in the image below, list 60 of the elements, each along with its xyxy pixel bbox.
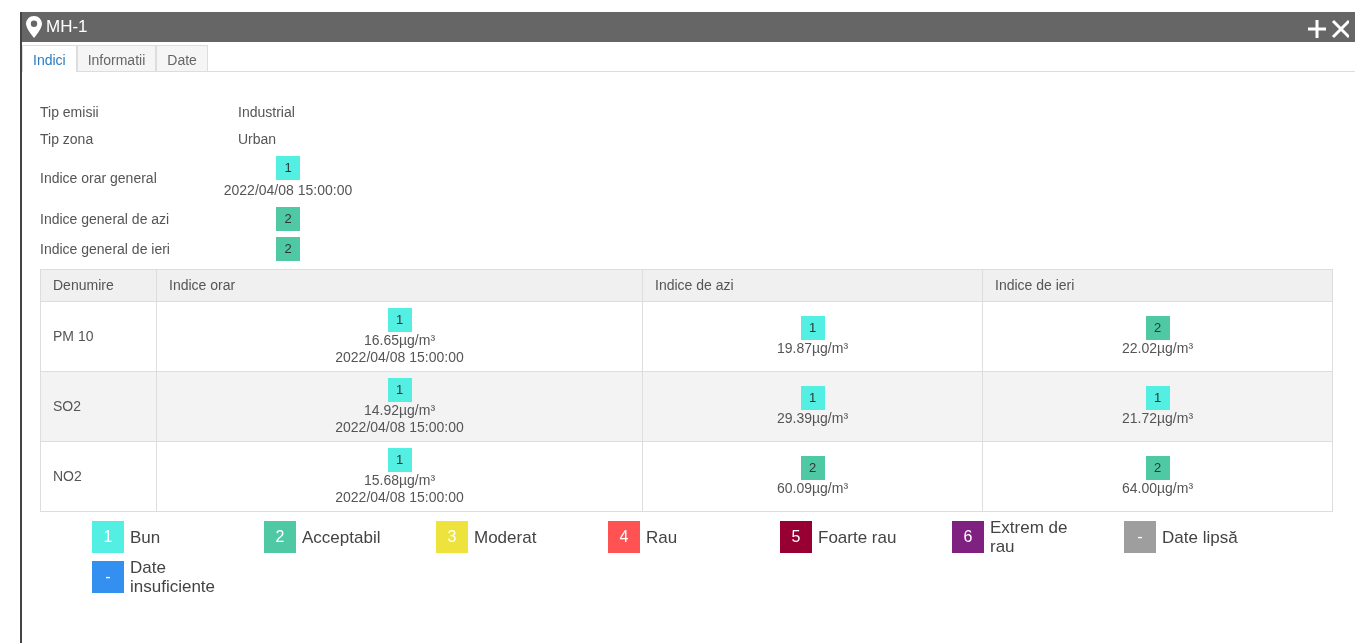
tab[interactable]: Indici xyxy=(22,45,77,72)
index-badge: 1 xyxy=(387,307,412,332)
index-badge: 1 xyxy=(276,156,300,180)
table-cell: NO2 xyxy=(40,441,157,512)
column-header: Indice orar xyxy=(156,269,643,302)
timestamp: 2022/04/08 15:00:00 xyxy=(334,488,465,506)
index-badge: 1 xyxy=(1145,386,1170,410)
field-label: Indice orar general xyxy=(40,169,158,188)
column-header: Denumire xyxy=(40,269,157,302)
column-header: Indice de ieri xyxy=(982,269,1333,302)
tab[interactable]: Informatii xyxy=(76,45,157,71)
concentration-value: 64.00µg/m³ xyxy=(1120,480,1195,497)
column-header: Indice de azi xyxy=(642,269,983,302)
legend-label: Moderat xyxy=(474,527,537,547)
concentration-value: 22.02µg/m³ xyxy=(1120,340,1195,357)
timestamp: 2022/04/08 15:00:00 xyxy=(334,348,465,366)
concentration-value: 16.65µg/m³ xyxy=(362,331,437,349)
concentration-value: 14.92µg/m³ xyxy=(362,401,437,419)
field-label: Indice general de ieri xyxy=(40,239,171,259)
table-cell: PM 10 xyxy=(40,301,157,372)
legend-label: Date insuficiente xyxy=(130,558,217,596)
index-badge: 1 xyxy=(800,316,825,340)
timestamp: 2022/04/08 15:00:00 xyxy=(334,418,465,436)
legend-swatch: 6 xyxy=(952,521,984,553)
tab[interactable]: Date xyxy=(156,45,208,71)
field-label: Tip zona xyxy=(40,130,95,149)
concentration-value: 19.87µg/m³ xyxy=(775,340,850,357)
index-badge: 2 xyxy=(1145,456,1170,480)
legend-label: Rau xyxy=(646,527,678,547)
index-badge: 1 xyxy=(387,447,412,472)
index-badge: 2 xyxy=(800,456,825,480)
window-title: MH-1 xyxy=(46,16,88,38)
concentration-value: 29.39µg/m³ xyxy=(775,410,850,427)
legend-swatch: 5 xyxy=(780,521,812,553)
index-badge: 1 xyxy=(387,377,412,402)
legend-swatch: 1 xyxy=(92,521,124,553)
index-badge: 2 xyxy=(276,207,300,231)
concentration-value: 60.09µg/m³ xyxy=(775,480,850,497)
legend-swatch: - xyxy=(1124,521,1156,553)
legend-label: Extrem de rau xyxy=(990,518,1069,556)
legend-label: Foarte rau xyxy=(818,527,897,547)
table-cell: SO2 xyxy=(40,371,157,442)
legend-swatch: 4 xyxy=(608,521,640,553)
concentration-value: 21.72µg/m³ xyxy=(1120,410,1195,427)
legend-swatch: 2 xyxy=(264,521,296,553)
location-pin-icon xyxy=(26,16,42,38)
index-badge: 2 xyxy=(276,237,300,261)
legend-swatch: 3 xyxy=(436,521,468,553)
legend-swatch: - xyxy=(92,561,124,593)
legend-label: Bun xyxy=(130,527,161,547)
field-value: Urban xyxy=(238,131,277,147)
legend-label: Date lipsă xyxy=(1162,527,1238,547)
concentration-value: 15.68µg/m³ xyxy=(362,471,437,489)
index-badge: 1 xyxy=(800,386,825,410)
legend-label: Acceptabil xyxy=(302,527,381,547)
field-value: Industrial xyxy=(238,104,295,120)
timestamp: 2022/04/08 15:00:00 xyxy=(222,181,354,200)
field-label: Tip emisii xyxy=(40,103,100,122)
field-label: Indice general de azi xyxy=(40,209,171,229)
index-badge: 2 xyxy=(1145,316,1170,340)
